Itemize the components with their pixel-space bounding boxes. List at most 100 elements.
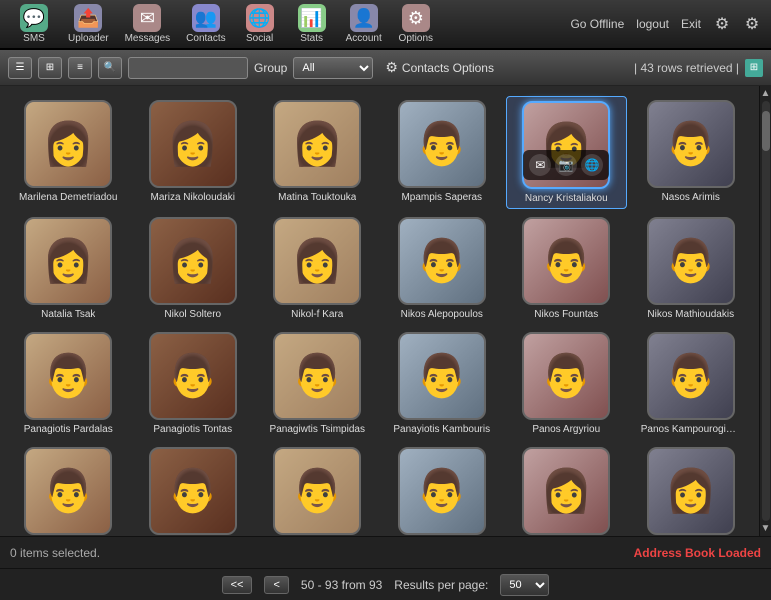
contact-photo-12: 👨	[647, 217, 735, 305]
contact-card-11[interactable]: 👨 Nikos Fountas	[506, 213, 627, 324]
prev-page-button[interactable]: <	[264, 576, 288, 594]
scroll-track[interactable]	[762, 101, 770, 521]
stats-icon: 📊	[298, 4, 326, 32]
contact-card-18[interactable]: 👨 Panos Kampourogian...	[631, 328, 752, 439]
messages-icon: ✉	[133, 4, 161, 32]
contact-photo-1: 👩	[24, 100, 112, 188]
contact-emoji-22: 👨	[416, 467, 468, 516]
scrollbar[interactable]: ▲ ▼	[759, 86, 771, 536]
exit-button[interactable]: Exit	[681, 17, 701, 31]
contact-photo-13: 👨	[24, 332, 112, 420]
contact-emoji-16: 👨	[416, 352, 468, 401]
contact-actions: ✉ 📷 🌐	[523, 150, 609, 180]
per-page-label: Results per page:	[394, 578, 488, 592]
contact-card-9[interactable]: 👩 Nikol-f Kara	[257, 213, 378, 324]
photo-action-icon[interactable]: 📷	[555, 154, 577, 176]
contact-emoji-8: 👩	[167, 237, 219, 286]
scroll-up-button[interactable]: ▲	[761, 88, 771, 99]
contact-card-16[interactable]: 👨 Panayiotis Kambouris	[382, 328, 503, 439]
scroll-down-button[interactable]: ▼	[761, 523, 771, 534]
settings-icon-1[interactable]: ⚙	[713, 15, 731, 33]
contact-photo-10: 👨	[398, 217, 486, 305]
contact-emoji-17: 👨	[540, 352, 592, 401]
search-input[interactable]	[128, 57, 248, 79]
contact-card-12[interactable]: 👨 Nikos Mathioudakis	[631, 213, 752, 324]
web-action-icon[interactable]: 🌐	[581, 154, 603, 176]
contact-photo-11: 👨	[522, 217, 610, 305]
per-page-select[interactable]: 50 25 100	[500, 574, 549, 596]
contact-card-22[interactable]: 👨 Savvas Temirtsidis	[382, 443, 503, 536]
contact-emoji-4: 👨	[416, 120, 468, 169]
contact-emoji-10: 👨	[416, 237, 468, 286]
logout-button[interactable]: logout	[636, 17, 669, 31]
first-page-button[interactable]: <<	[222, 576, 253, 594]
contact-card-14[interactable]: 👨 Panagiotis Tontas	[133, 328, 254, 439]
contact-card-3[interactable]: 👩 Matina Touktouka	[257, 96, 378, 209]
nav-item-uploader[interactable]: 📤 Uploader	[62, 0, 115, 48]
contact-photo-19: 👨	[24, 447, 112, 535]
contact-card-13[interactable]: 👨 Panagiotis Pardalas	[8, 328, 129, 439]
contact-photo-20: 👨	[149, 447, 237, 535]
nav-item-stats[interactable]: 📊 Stats	[288, 0, 336, 48]
contact-emoji-13: 👨	[42, 352, 94, 401]
uploader-label: Uploader	[68, 33, 109, 44]
contact-card-6[interactable]: 👨 Nasos Arimis	[631, 96, 752, 209]
view-list-button[interactable]: ☰	[8, 57, 32, 79]
account-icon: 👤	[350, 4, 378, 32]
contact-emoji-12: 👨	[665, 237, 717, 286]
contact-card-8[interactable]: 👩 Nikol Soltero	[133, 213, 254, 324]
nav-item-social[interactable]: 🌐 Social	[236, 0, 284, 48]
group-select[interactable]: All	[293, 57, 373, 79]
contact-photo-22: 👨	[398, 447, 486, 535]
contact-photo-15: 👨	[273, 332, 361, 420]
contact-emoji-24: 👩	[665, 467, 717, 516]
contact-photo-24: 👩	[647, 447, 735, 535]
contact-card-7[interactable]: 👩 Natalia Tsak	[8, 213, 129, 324]
contact-emoji-9: 👩	[291, 237, 343, 286]
contact-photo-23: 👩	[522, 447, 610, 535]
nav-item-contacts[interactable]: 👥 Contacts	[180, 0, 231, 48]
view-grid-button[interactable]: ⊞	[38, 57, 62, 79]
contact-card-23[interactable]: 👩 Sofia Zerva	[506, 443, 627, 536]
scroll-thumb[interactable]	[762, 111, 770, 151]
contact-photo-21: 👨	[273, 447, 361, 535]
contact-card-17[interactable]: 👨 Panos Argyriou	[506, 328, 627, 439]
contact-card-21[interactable]: 👨 Savvas Grammatopo...	[257, 443, 378, 536]
contact-photo-8: 👩	[149, 217, 237, 305]
contact-card-1[interactable]: 👩 Marilena Demetriadou	[8, 96, 129, 209]
social-icon: 🌐	[246, 4, 274, 32]
go-offline-button[interactable]: Go Offline	[570, 17, 624, 31]
contact-photo-2: 👩	[149, 100, 237, 188]
nav-item-options[interactable]: ⚙ Options	[392, 0, 440, 48]
contact-emoji-21: 👨	[291, 467, 343, 516]
message-action-icon[interactable]: ✉	[529, 154, 551, 176]
contact-name-16: Panayiotis Kambouris	[393, 424, 490, 435]
contact-photo-6: 👨	[647, 100, 735, 188]
contact-card-10[interactable]: 👨 Nikos Alepopoulos	[382, 213, 503, 324]
top-bar: 💬 SMS 📤 Uploader ✉ Messages 👥 Contacts 🌐…	[0, 0, 771, 50]
nav-item-sms[interactable]: 💬 SMS	[10, 0, 58, 48]
pagination-bar: << < 50 - 93 from 93 Results per page: 5…	[0, 568, 771, 600]
settings-icon-2[interactable]: ⚙	[743, 15, 761, 33]
contact-photo-3: 👩	[273, 100, 361, 188]
contact-name-10: Nikos Alepopoulos	[401, 309, 483, 320]
contact-photo-18: 👨	[647, 332, 735, 420]
grid-toggle-button[interactable]: ⊞	[745, 59, 763, 77]
contact-card-4[interactable]: 👨 Mpampis Saperas	[382, 96, 503, 209]
nav-item-account[interactable]: 👤 Account	[340, 0, 388, 48]
contact-card-19[interactable]: 👨 Petros Lytrivis	[8, 443, 129, 536]
page-info: 50 - 93 from 93	[301, 578, 382, 592]
view-detail-button[interactable]: ≡	[68, 57, 92, 79]
contact-card-24[interactable]: 👩 Sonia Latsoudi	[631, 443, 752, 536]
contact-name-5: Nancy Kristaliakou	[525, 193, 608, 204]
contacts-options-button[interactable]: ⚙ Contacts Options	[379, 57, 500, 78]
contact-card-20[interactable]: 👨 Roger Cane	[133, 443, 254, 536]
nav-item-messages[interactable]: ✉ Messages	[119, 0, 177, 48]
contact-photo-4: 👨	[398, 100, 486, 188]
contact-card-15[interactable]: 👨 Panagiwtis Tsimpidas	[257, 328, 378, 439]
contact-card-5[interactable]: 👩 ✉ 📷 🌐 Nancy Kristaliakou	[506, 96, 627, 209]
contact-name-18: Panos Kampourogian...	[641, 424, 741, 435]
contact-emoji-1: 👩	[42, 120, 94, 169]
search-button[interactable]: 🔍	[98, 57, 122, 79]
contact-card-2[interactable]: 👩 Mariza Nikoloudaki	[133, 96, 254, 209]
